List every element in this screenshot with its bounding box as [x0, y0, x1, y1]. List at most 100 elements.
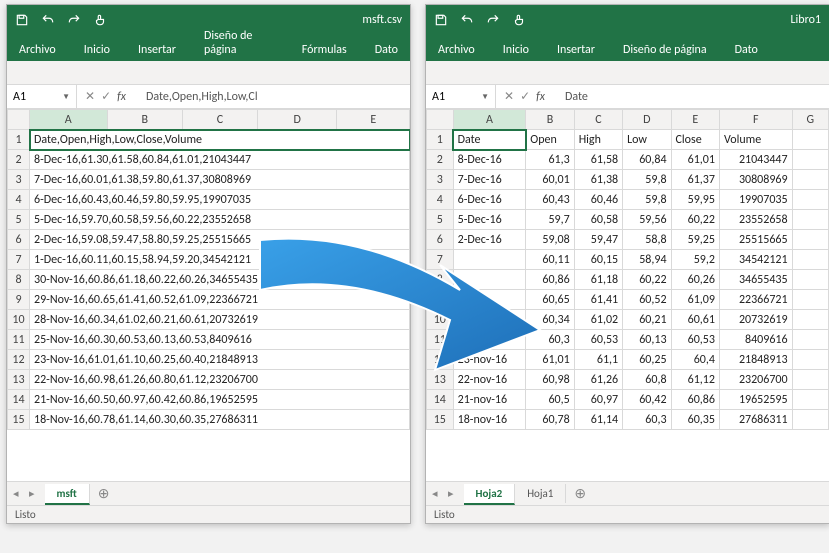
row-header[interactable]: 14 [8, 390, 30, 410]
tab-nav-icon[interactable]: ◂ ▸ [426, 487, 464, 500]
cell[interactable]: 60,4 [671, 350, 719, 370]
cell[interactable]: 60,46 [574, 190, 622, 210]
cell[interactable]: 61,3 [526, 150, 574, 170]
cell[interactable]: 23-nov-16 [453, 350, 526, 370]
cell[interactable]: 21-nov-16 [453, 390, 526, 410]
row-header[interactable]: 10 [8, 310, 30, 330]
cell[interactable]: 59,56 [623, 210, 671, 230]
row-header[interactable]: 9 [8, 290, 30, 310]
cell[interactable]: 21043447 [719, 150, 792, 170]
cell[interactable] [792, 170, 828, 190]
cell[interactable]: 22366721 [719, 290, 792, 310]
cell[interactable]: 60,11 [526, 250, 574, 270]
col-header-D[interactable]: D [623, 110, 671, 130]
sheet-tab-hoja2[interactable]: Hoja2 [464, 484, 516, 505]
cell[interactable]: 60,86 [671, 390, 719, 410]
cell[interactable] [792, 150, 828, 170]
cell[interactable]: 60,15 [574, 250, 622, 270]
cell[interactable]: 58,8 [623, 230, 671, 250]
cell[interactable]: 60,8 [623, 370, 671, 390]
row-header[interactable]: 6 [427, 230, 454, 250]
cell[interactable]: 60,22 [623, 270, 671, 290]
cell[interactable]: 5-Dec-16,59.70,60.58,59.56,60.22,2355265… [30, 210, 410, 230]
select-all[interactable] [8, 110, 30, 130]
cell[interactable] [792, 190, 828, 210]
row-header[interactable]: 5 [427, 210, 454, 230]
cell[interactable]: Close [671, 130, 719, 150]
cancel-icon[interactable]: ✕ [85, 89, 95, 104]
redo-icon[interactable] [67, 13, 81, 27]
cell[interactable]: Low [623, 130, 671, 150]
cell[interactable]: 60,3 [623, 410, 671, 430]
cell[interactable] [453, 310, 526, 330]
cell[interactable] [453, 270, 526, 290]
undo-icon[interactable] [460, 13, 474, 27]
cell[interactable]: 60,97 [574, 390, 622, 410]
ribbon-tab-fórmulas[interactable]: Fórmulas [296, 39, 353, 61]
cell[interactable] [792, 210, 828, 230]
row-header[interactable]: 10 [427, 310, 454, 330]
cell[interactable] [792, 250, 828, 270]
formula-input[interactable]: Date,Open,High,Low,Cl [140, 90, 410, 104]
row-header[interactable]: 8 [8, 270, 30, 290]
cell[interactable]: 61,12 [671, 370, 719, 390]
cell[interactable]: 60,52 [623, 290, 671, 310]
cell[interactable] [453, 250, 526, 270]
cell[interactable]: 60,21 [623, 310, 671, 330]
cell[interactable]: 29-Nov-16,60.65,61.41,60.52,61.09,223667… [30, 290, 410, 310]
cancel-icon[interactable]: ✕ [504, 89, 514, 104]
tab-nav-icon[interactable]: ◂ ▸ [7, 487, 45, 500]
cell[interactable]: 7-Dec-16 [453, 170, 526, 190]
cell[interactable]: 23-Nov-16,61.01,61.10,60.25,60.40,218489… [30, 350, 410, 370]
name-box[interactable]: A1▼ [426, 85, 496, 108]
cell[interactable]: 21848913 [719, 350, 792, 370]
row-header[interactable]: 11 [427, 330, 454, 350]
cell[interactable]: 22-Nov-16,60.98,61.26,60.80,61.12,232067… [30, 370, 410, 390]
row-header[interactable]: 13 [8, 370, 30, 390]
grid[interactable]: ABCDE1 Date,Open,High,Low,Close,Volume2 … [7, 109, 410, 481]
row-header[interactable]: 5 [8, 210, 30, 230]
row-header[interactable]: 1 [8, 130, 30, 150]
row-header[interactable]: 8 [427, 270, 454, 290]
cell[interactable]: 61,01 [526, 350, 574, 370]
cell[interactable] [792, 230, 828, 250]
cell[interactable]: 60,53 [574, 330, 622, 350]
cell[interactable]: 25515665 [719, 230, 792, 250]
cell[interactable]: 61,58 [574, 150, 622, 170]
cell[interactable]: 61,14 [574, 410, 622, 430]
cell[interactable]: 6-Dec-16 [453, 190, 526, 210]
cell[interactable]: 22-nov-16 [453, 370, 526, 390]
cell[interactable]: 21-Nov-16,60.50,60.97,60.42,60.86,196525… [30, 390, 410, 410]
cell[interactable]: 8409616 [719, 330, 792, 350]
col-header-F[interactable]: F [719, 110, 792, 130]
row-header[interactable]: 15 [427, 410, 454, 430]
col-header-A[interactable]: A [453, 110, 526, 130]
touch-mode-icon[interactable] [512, 13, 526, 27]
cell[interactable] [792, 130, 828, 150]
cell[interactable]: 8-Dec-16 [453, 150, 526, 170]
cell[interactable] [792, 390, 828, 410]
col-header-A[interactable]: A [30, 110, 108, 130]
cell[interactable]: 59,47 [574, 230, 622, 250]
chevron-down-icon[interactable]: ▼ [481, 92, 489, 102]
cell[interactable]: 60,53 [671, 330, 719, 350]
cell[interactable] [792, 370, 828, 390]
cell[interactable]: 20732619 [719, 310, 792, 330]
cell[interactable]: 60,65 [526, 290, 574, 310]
cell[interactable]: 60,42 [623, 390, 671, 410]
cell[interactable]: 1-Dec-16,60.11,60.15,58.94,59.20,3454212… [30, 250, 410, 270]
col-header-C[interactable]: C [574, 110, 622, 130]
cell[interactable]: 60,58 [574, 210, 622, 230]
row-header[interactable]: 2 [8, 150, 30, 170]
cell[interactable]: 28-Nov-16,60.34,61.02,60.21,60.61,207326… [30, 310, 410, 330]
cell[interactable]: Date [453, 130, 526, 150]
cell[interactable] [792, 290, 828, 310]
cell[interactable]: 61,1 [574, 350, 622, 370]
ribbon-tab-diseño de página[interactable]: Diseño de página [617, 39, 713, 61]
cell[interactable]: 6-Dec-16,60.43,60.46,59.80,59.95,1990703… [30, 190, 410, 210]
cell[interactable]: 60,78 [526, 410, 574, 430]
cell[interactable]: 61,09 [671, 290, 719, 310]
row-header[interactable]: 4 [8, 190, 30, 210]
cell[interactable]: 61,38 [574, 170, 622, 190]
ribbon-tab-dato[interactable]: Dato [729, 39, 764, 61]
